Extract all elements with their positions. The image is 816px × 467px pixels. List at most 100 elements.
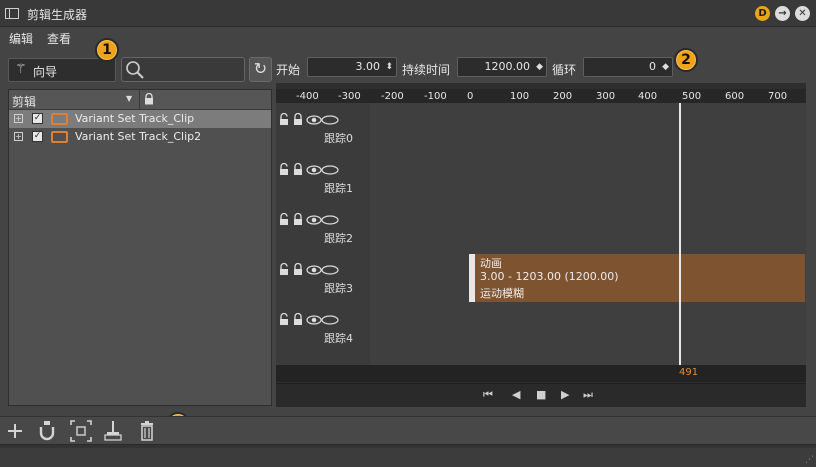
- ruler-tick: -200: [381, 91, 404, 102]
- loop-value: 0: [649, 60, 656, 73]
- diamond-icon[interactable]: ◆: [662, 58, 669, 76]
- track-row: 跟踪1: [278, 154, 366, 195]
- menu-edit[interactable]: 编辑: [9, 30, 33, 47]
- ruler-tick: 500: [682, 91, 702, 102]
- trash-icon[interactable]: [136, 420, 158, 442]
- expand-icon[interactable]: +: [14, 114, 23, 123]
- track-icons[interactable]: [278, 212, 364, 229]
- track-area[interactable]: [370, 103, 806, 365]
- clip-header-label: 剪辑: [12, 95, 37, 109]
- track-row: 跟踪4: [278, 304, 366, 345]
- start-label: 开始: [276, 63, 301, 77]
- timeline-clip[interactable]: 动画 3.00 - 1203.00 (1200.00) 运动模糊: [469, 254, 805, 302]
- search-icon: [126, 61, 144, 79]
- track-icons[interactable]: [278, 112, 364, 129]
- start-value: 3.00: [355, 60, 381, 73]
- stop-button[interactable]: ■: [536, 388, 546, 401]
- search-input[interactable]: [121, 57, 245, 82]
- wizard-button[interactable]: ⚚ 向导: [8, 58, 116, 82]
- track-name: 跟踪0: [324, 132, 353, 145]
- clip-list-item[interactable]: + ✓ Variant Set Track_Clip2: [9, 128, 271, 146]
- go-end-button[interactable]: ⏭: [583, 388, 593, 402]
- track-row: 跟踪2: [278, 204, 366, 245]
- status-divider: [0, 445, 816, 448]
- callout-badge-1: 1: [95, 38, 119, 62]
- lock-visibility-icon[interactable]: [278, 112, 364, 126]
- ruler-tick: -100: [424, 91, 447, 102]
- lock-visibility-icon[interactable]: [278, 162, 364, 176]
- ruler-tick: 300: [596, 91, 616, 102]
- ruler-tick: 200: [553, 91, 573, 102]
- loop-label: 循环: [552, 63, 577, 77]
- duration-label: 持续时间: [402, 63, 451, 77]
- refresh-icon: ↻: [253, 59, 268, 78]
- track-name: 跟踪3: [324, 282, 353, 295]
- resize-grip-icon[interactable]: ⋰: [805, 455, 814, 465]
- track-row: 跟踪0: [278, 104, 366, 145]
- diamond-icon[interactable]: ◆: [536, 58, 543, 76]
- duration-value: 1200.00: [484, 60, 531, 73]
- track-icons[interactable]: [278, 312, 364, 329]
- brush-icon[interactable]: [102, 420, 124, 442]
- clip-list-header: 剪辑 ▼: [9, 90, 271, 110]
- menu-view[interactable]: 查看: [47, 30, 71, 47]
- magnet-icon[interactable]: [36, 420, 58, 442]
- clip-list-item[interactable]: + ✓ Variant Set Track_Clip: [9, 110, 271, 128]
- timeline-panel: -400 -300 -200 -100 0 100 200 300 400 50…: [276, 83, 806, 407]
- duration-field[interactable]: 1200.00 ◆: [457, 57, 547, 77]
- wizard-label: 向导: [33, 65, 58, 79]
- transport-controls: ⏮ ◀ ■ ▶ ⏭: [276, 383, 806, 407]
- ruler-tick: 0: [467, 91, 474, 102]
- go-start-button[interactable]: ⏮: [483, 388, 493, 402]
- track-name: 跟踪2: [324, 232, 353, 245]
- track-name: 跟踪1: [324, 182, 353, 195]
- clip-checkbox[interactable]: ✓: [32, 113, 43, 124]
- step-back-button[interactable]: ◀: [512, 388, 520, 401]
- clip-name: Variant Set Track_Clip: [75, 112, 195, 125]
- clip-range: 3.00 - 1203.00 (1200.00): [480, 270, 619, 283]
- spinner-icon[interactable]: ⬍: [385, 58, 393, 76]
- ruler-tick: -400: [296, 91, 319, 102]
- current-frame: 491: [679, 367, 699, 378]
- play-button[interactable]: ▶: [561, 388, 569, 401]
- track-row: 跟踪3: [278, 254, 366, 295]
- lock-visibility-icon[interactable]: [278, 262, 364, 276]
- ruler-tick: 700: [768, 91, 788, 102]
- menu-bar: 编辑 查看: [0, 27, 816, 47]
- track-name: 跟踪4: [324, 332, 353, 345]
- ruler-tick: 600: [725, 91, 745, 102]
- title-bar: 剪辑生成器 D → ✕: [0, 0, 816, 27]
- lock-visibility-icon[interactable]: [278, 312, 364, 326]
- playhead[interactable]: [679, 103, 681, 365]
- start-field[interactable]: 3.00 ⬍: [307, 57, 397, 77]
- clip-checkbox[interactable]: ✓: [32, 131, 43, 142]
- clip-effect: 运动模糊: [480, 287, 524, 300]
- chevron-down-icon[interactable]: ▼: [126, 94, 132, 103]
- ruler-tick: -300: [338, 91, 361, 102]
- clip-name: Variant Set Track_Clip2: [75, 130, 202, 143]
- window-title: 剪辑生成器: [27, 8, 88, 22]
- refresh-button[interactable]: ↻: [249, 57, 272, 82]
- bottom-toolbar: [0, 416, 816, 444]
- header-divider: [139, 90, 140, 110]
- track-icons[interactable]: [278, 162, 364, 179]
- ruler-tick: 400: [638, 91, 658, 102]
- lock-icon[interactable]: [144, 93, 154, 105]
- add-icon[interactable]: [4, 420, 26, 442]
- status-bar: ⋰: [0, 444, 816, 467]
- close-button[interactable]: ✕: [795, 6, 810, 21]
- callout-badge-2: 2: [674, 48, 698, 72]
- wand-icon: ⚚: [15, 62, 27, 77]
- forward-button[interactable]: →: [775, 6, 790, 21]
- clip-list-panel: 剪辑 ▼ + ✓ Variant Set Track_Clip + ✓ Vari…: [8, 89, 272, 406]
- expand-icon[interactable]: +: [14, 132, 23, 141]
- ruler-tick: 100: [510, 91, 530, 102]
- track-icons[interactable]: [278, 262, 364, 279]
- fit-icon[interactable]: [70, 420, 92, 442]
- dock-button[interactable]: D: [755, 6, 770, 21]
- lock-visibility-icon[interactable]: [278, 212, 364, 226]
- window-icon: [5, 8, 19, 19]
- clip-title: 动画: [480, 257, 502, 270]
- loop-field[interactable]: 0 ◆: [583, 57, 673, 77]
- clip-icon: [51, 131, 68, 143]
